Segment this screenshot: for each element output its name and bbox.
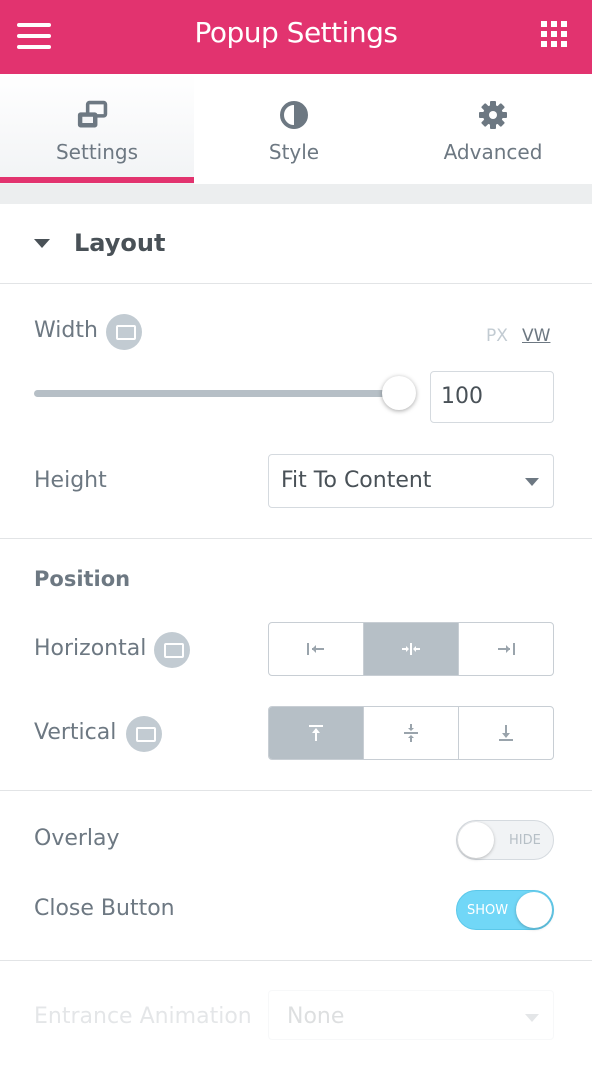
chevron-down-icon — [525, 1014, 539, 1022]
align-middle-button[interactable] — [363, 707, 458, 759]
overlay-label: Overlay — [34, 826, 120, 851]
section-layout-toggle[interactable]: Layout — [0, 204, 592, 284]
caret-down-icon — [34, 239, 50, 248]
panel-tabs: Settings Style Advanced — [0, 74, 592, 184]
desktop-icon[interactable] — [126, 716, 162, 752]
contrast-icon — [280, 101, 308, 129]
align-left-icon — [307, 643, 324, 655]
close-button-toggle[interactable]: SHOW — [456, 890, 554, 930]
position-heading: Position — [34, 567, 131, 591]
width-slider-track[interactable] — [34, 390, 400, 397]
settings-icon — [77, 100, 108, 128]
align-middle-icon — [404, 724, 418, 742]
width-input[interactable]: 100 — [430, 371, 554, 423]
desktop-icon[interactable] — [106, 314, 142, 350]
tab-settings[interactable]: Settings — [0, 74, 194, 184]
width-slider-handle[interactable] — [382, 376, 416, 410]
tabs-divider — [0, 184, 592, 204]
horizontal-choices — [268, 622, 554, 676]
divider — [0, 960, 592, 961]
section-title: Layout — [74, 229, 166, 257]
close-button-label: Close Button — [34, 896, 175, 921]
align-bottom-icon — [499, 725, 513, 741]
height-label: Height — [34, 468, 107, 493]
gear-icon — [479, 101, 507, 129]
vertical-label: Vertical — [34, 720, 117, 745]
desktop-icon[interactable] — [154, 632, 190, 668]
tab-advanced[interactable]: Advanced — [394, 74, 592, 184]
vertical-choices — [268, 706, 554, 760]
unit-vw[interactable]: VW — [522, 326, 550, 346]
unit-px[interactable]: PX — [486, 326, 508, 346]
tab-style[interactable]: Style — [194, 74, 394, 184]
entrance-animation-value: None — [287, 1004, 345, 1029]
align-top-icon — [309, 725, 323, 741]
width-label: Width — [34, 318, 98, 343]
page-title: Popup Settings — [194, 16, 398, 49]
toggle-knob — [458, 822, 494, 858]
header-bar: Popup Settings — [0, 0, 592, 74]
align-left-button[interactable] — [269, 623, 364, 675]
tab-label: Settings — [55, 140, 139, 164]
toggle-state: SHOW — [467, 903, 509, 918]
tab-label: Advanced — [443, 140, 543, 164]
horizontal-label: Horizontal — [34, 636, 147, 661]
chevron-down-icon — [525, 478, 539, 486]
divider — [0, 538, 592, 539]
entrance-animation-label: Entrance Animation — [34, 1004, 252, 1029]
align-top-button[interactable] — [269, 707, 364, 759]
entrance-animation-select[interactable]: None — [268, 990, 554, 1040]
align-center-icon — [402, 643, 420, 655]
align-right-icon — [498, 643, 515, 655]
divider — [0, 790, 592, 791]
height-select[interactable]: Fit To Content — [268, 454, 554, 508]
align-bottom-button[interactable] — [458, 707, 553, 759]
align-center-button[interactable] — [363, 623, 458, 675]
apps-grid-icon[interactable] — [541, 21, 567, 47]
active-tab-indicator — [0, 177, 194, 183]
align-right-button[interactable] — [458, 623, 553, 675]
overlay-toggle[interactable]: HIDE — [456, 820, 554, 860]
height-select-value: Fit To Content — [281, 468, 432, 493]
toggle-state: HIDE — [509, 833, 541, 848]
toggle-knob — [516, 892, 552, 928]
tab-label: Style — [268, 140, 320, 164]
